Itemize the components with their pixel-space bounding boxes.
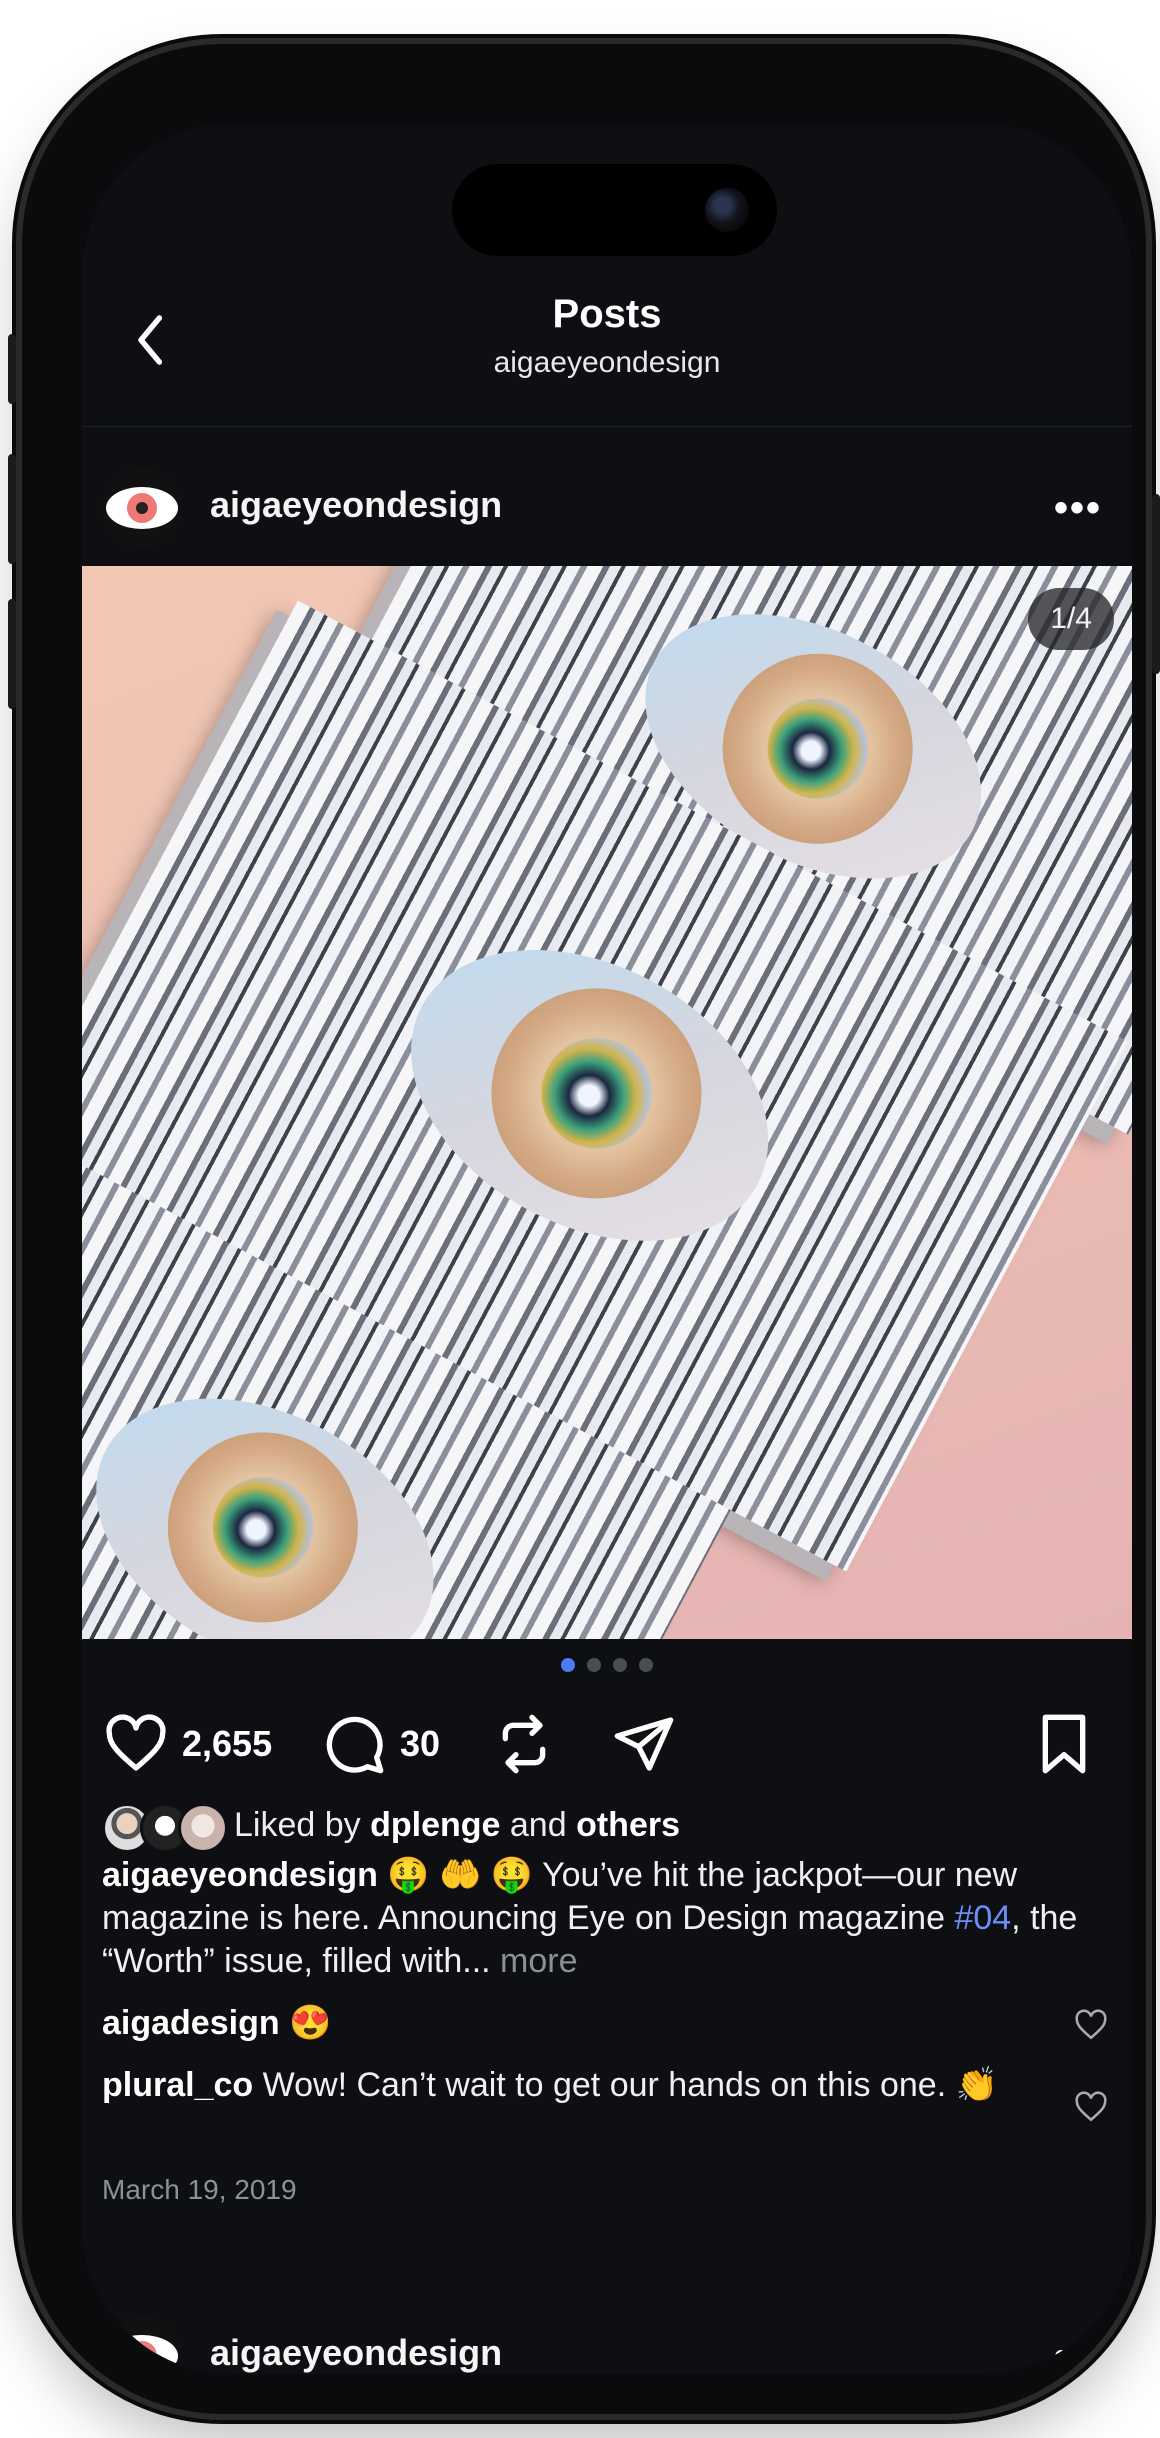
comment-username[interactable]: aigadesign [102, 2004, 280, 2042]
caption-emojis: 🤑 🤲 🤑 [387, 1856, 534, 1894]
caption-username[interactable]: aigaeyeondesign [102, 1856, 378, 1894]
phone-frame: Posts aigaeyeondesign aigaeyeondesign ••… [8, 44, 1160, 2414]
liked-by-user[interactable]: dplenge [370, 1806, 500, 1845]
repost-button[interactable] [492, 1712, 556, 1776]
side-button [8, 334, 16, 404]
comment-icon [326, 1716, 384, 1774]
liked-by[interactable]: Liked by dplenge and others [102, 1800, 680, 1853]
liked-by-others[interactable]: others [576, 1806, 680, 1845]
more-options-icon[interactable]: ••• [1054, 2334, 1102, 2374]
like-button[interactable]: 2,655 [104, 1712, 272, 1776]
bookmark-icon [1042, 1714, 1086, 1774]
post-header: aigaeyeondesign ••• [82, 456, 1132, 556]
comment-text: Wow! Can’t wait to get our hands on this… [262, 2066, 998, 2104]
volume-up-button [8, 454, 16, 564]
page-subtitle: aigaeyeondesign [493, 346, 721, 379]
top-bar: Posts aigaeyeondesign [82, 124, 1132, 427]
comment-button[interactable]: 30 [322, 1712, 440, 1776]
page-title: Posts [552, 292, 662, 336]
carousel-dot [587, 1658, 601, 1672]
comment-like-icon[interactable] [1074, 2008, 1108, 2042]
liked-by-prefix: Liked by [234, 1805, 361, 1844]
comments-count: 30 [400, 1723, 441, 1764]
caption-more-link[interactable]: more [500, 1942, 577, 1980]
post-username[interactable]: aigaeyeondesign [210, 484, 502, 526]
carousel-dot [561, 1658, 575, 1672]
heart-icon [106, 1714, 166, 1771]
carousel-dots [82, 1658, 1132, 1672]
carousel-dot [639, 1658, 653, 1672]
next-post-header: aigaeyeondesign ••• [82, 2304, 1132, 2374]
avatar[interactable] [102, 2316, 182, 2374]
avatar[interactable] [102, 468, 182, 548]
likes-count: 2,655 [182, 1723, 273, 1764]
image-counter: 1/4 [1028, 588, 1114, 650]
liker-avatars [102, 1801, 228, 1853]
comment-username[interactable]: plural_co [102, 2066, 253, 2104]
send-icon [614, 1717, 674, 1771]
share-button[interactable] [612, 1712, 676, 1776]
comment-like-icon[interactable] [1074, 2090, 1108, 2124]
post-caption: aigaeyeondesign 🤑 🤲 🤑 You’ve hit the jac… [102, 1854, 1102, 1983]
action-bar: 2,655 30 [82, 1704, 1132, 1784]
avatar [178, 1803, 228, 1853]
post-date: March 19, 2019 [102, 2174, 297, 2205]
save-button[interactable] [1032, 1712, 1096, 1776]
liked-by-and: and [509, 1805, 567, 1844]
comment-row: plural_co Wow! Can’t wait to get our han… [102, 2064, 1032, 2106]
post-username[interactable]: aigaeyeondesign [210, 2332, 502, 2374]
power-button [1152, 494, 1160, 674]
post-image[interactable]: 1/4 [82, 566, 1132, 1639]
repost-icon [502, 1714, 546, 1774]
comment-row: aigadesign 😍 [102, 2002, 1032, 2044]
comment-text: 😍 [289, 2004, 332, 2042]
hashtag-link[interactable]: #04 [954, 1899, 1011, 1937]
carousel-dot [613, 1658, 627, 1672]
more-options-icon[interactable]: ••• [1054, 486, 1102, 531]
volume-down-button [8, 599, 16, 709]
screen: Posts aigaeyeondesign aigaeyeondesign ••… [82, 124, 1132, 2374]
